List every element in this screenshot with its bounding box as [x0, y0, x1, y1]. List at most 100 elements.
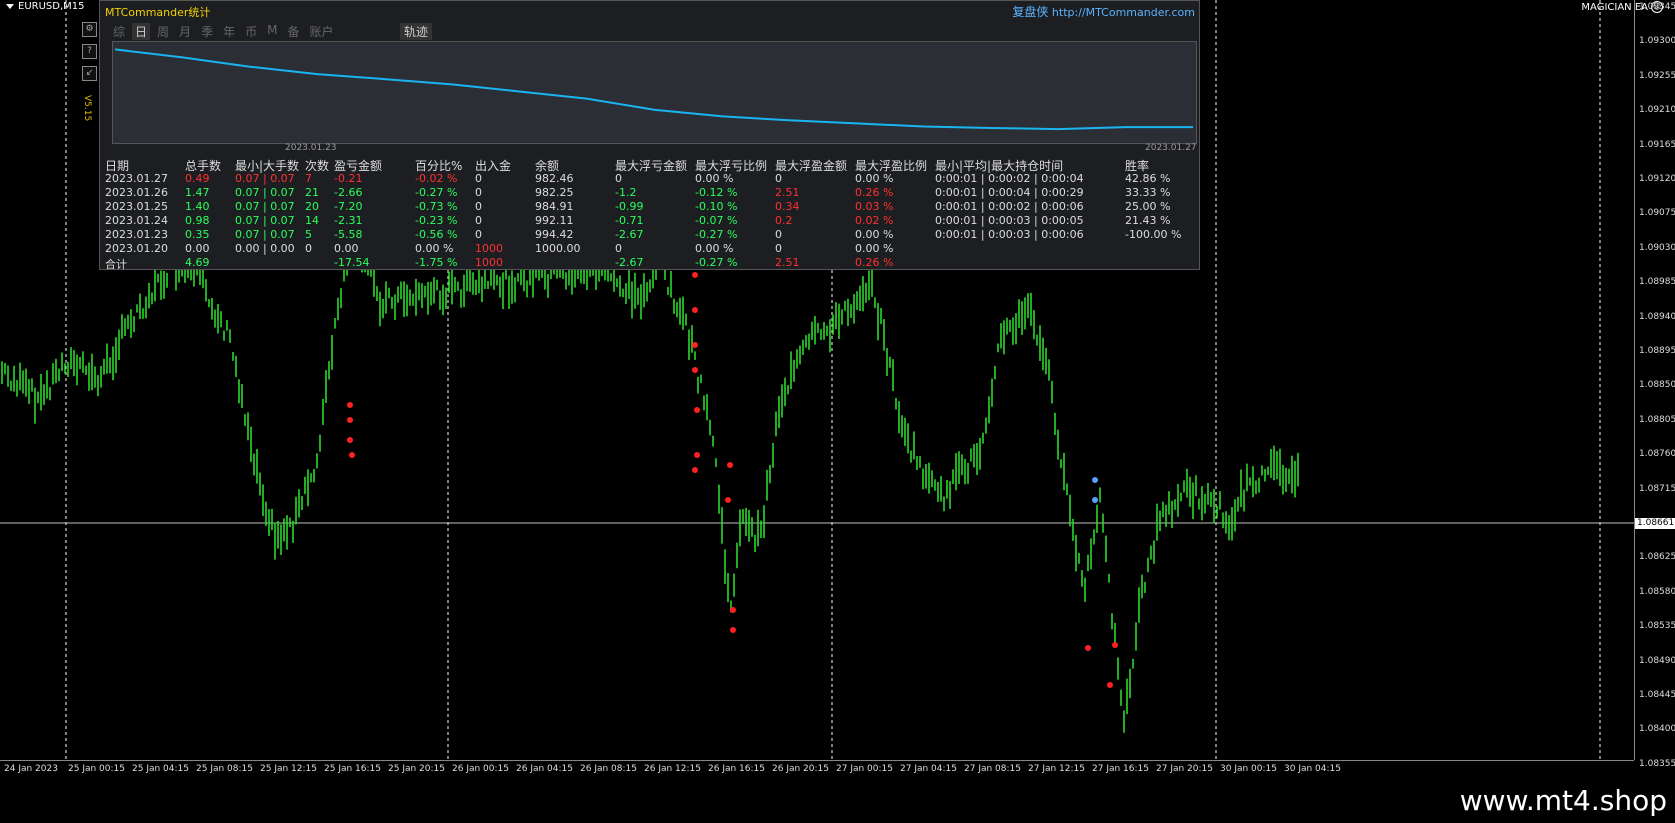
table-cell: 2023.01.25 — [105, 200, 168, 213]
price-tick: 1.08490 — [1639, 655, 1675, 666]
trade-marker — [347, 437, 353, 443]
table-cell: 0.00 — [334, 242, 359, 255]
symbol-label[interactable]: EURUSD,M15 — [6, 1, 84, 12]
time-tick: 30 Jan 00:15 — [1220, 764, 1277, 774]
table-cell: -0.10 % — [695, 200, 738, 213]
table-cell: 0:00:01 | 0:00:02 | 0:00:04 — [935, 172, 1084, 185]
tab-7[interactable]: M — [264, 23, 280, 40]
table-cell: 25.00 % — [1125, 200, 1171, 213]
settings-icon[interactable]: ⚙ — [82, 22, 97, 37]
tab-8[interactable]: 备 — [284, 23, 302, 40]
table-cell: 1000 — [475, 242, 503, 255]
time-tick: 25 Jan 08:15 — [196, 764, 253, 774]
table-row: 2023.01.23 0.35 0.07 | 0.07 5 -5.58 -0.56 % 0 9… — [105, 228, 1195, 242]
table-cell: 2023.01.24 — [105, 214, 168, 227]
table-cell: 0 — [475, 214, 482, 227]
table-cell: 0:00:01 | 0:00:03 | 0:00:05 — [935, 214, 1084, 227]
tab-1[interactable]: 日 — [132, 23, 151, 40]
table-cell: 0.00 | 0.00 — [235, 242, 295, 255]
trade-marker — [692, 367, 698, 373]
time-tick: 27 Jan 00:15 — [836, 764, 893, 774]
tab-2[interactable]: 周 — [154, 23, 172, 40]
tab-9[interactable]: 账户 — [306, 23, 336, 40]
table-cell: -2.67 — [615, 228, 644, 241]
trade-marker — [349, 452, 355, 458]
table-cell: -1.2 — [615, 186, 637, 199]
table-header: 日期 总手数 最小|大手数 次数 盈亏金额 百分比% 出入金 余额 最大浮亏金额 最大浮亏比例 最大… — [105, 157, 1195, 173]
table-cell: 0 — [475, 200, 482, 213]
table-cell: 0 — [775, 172, 782, 185]
table-cell: 0:00:01 | 0:00:04 | 0:00:29 — [935, 186, 1084, 199]
trade-marker — [727, 462, 733, 468]
table-cell: -0.02 % — [415, 172, 458, 185]
table-cell: 0 — [615, 172, 622, 185]
tab-0[interactable]: 综 — [110, 23, 128, 40]
time-tick: 26 Jan 20:15 — [772, 764, 829, 774]
table-cell: 0 — [475, 228, 482, 241]
stats-panel: MTCommander统计 复盘侠 http://MTCommander.com… — [99, 0, 1200, 271]
table-cell: -0.56 % — [415, 228, 458, 241]
help-icon[interactable]: ? — [82, 44, 97, 59]
table-cell: 5 — [305, 228, 312, 241]
tab-6[interactable]: 币 — [242, 23, 260, 40]
time-tick: 26 Jan 16:15 — [708, 764, 765, 774]
table-cell: 0.49 — [185, 172, 210, 185]
table-cell: 42.86 % — [1125, 172, 1171, 185]
table-cell: 994.42 — [535, 228, 574, 241]
trade-marker — [1107, 682, 1113, 688]
table-cell: 0:00:01 | 0:00:02 | 0:00:06 — [935, 200, 1084, 213]
trade-marker — [725, 497, 731, 503]
price-tick: 1.08715 — [1639, 483, 1675, 494]
table-cell: -0.21 — [334, 172, 363, 185]
price-tick: 1.09255 — [1639, 70, 1675, 81]
price-tick: 1.08760 — [1639, 449, 1675, 460]
table-row: 2023.01.24 0.98 0.07 | 0.07 14 -2.31 -0.23 % 0… — [105, 214, 1195, 228]
price-tick: 1.08625 — [1639, 552, 1675, 563]
trade-marker — [692, 467, 698, 473]
table-cell: 0.03 % — [855, 200, 894, 213]
table-cell: 1.40 — [185, 200, 210, 213]
table-cell: 0.02 % — [855, 214, 894, 227]
trade-marker — [347, 417, 353, 423]
table-cell: 0 — [775, 228, 782, 241]
table-cell: 0.07 | 0.07 — [235, 186, 295, 199]
tab-5[interactable]: 年 — [220, 23, 238, 40]
trade-marker — [1092, 477, 1098, 483]
time-tick: 24 Jan 2023 — [4, 764, 58, 774]
trade-marker — [1092, 497, 1098, 503]
price-tick: 1.09165 — [1639, 139, 1675, 150]
tab-track[interactable]: 轨迹 — [400, 23, 433, 40]
table-cell: -0.23 % — [415, 214, 458, 227]
time-tick: 25 Jan 12:15 — [260, 764, 317, 774]
table-cell: 0 — [475, 172, 482, 185]
table-cell: -7.20 — [334, 200, 363, 213]
equity-line — [114, 48, 1193, 131]
trade-marker — [692, 342, 698, 348]
table-row: 2023.01.25 1.40 0.07 | 0.07 20 -7.20 -0.73 % 0… — [105, 200, 1195, 214]
side-toolbar: ⚙ ? ↙ — [82, 22, 98, 88]
table-cell: 1000.00 — [535, 242, 581, 255]
tab-4[interactable]: 季 — [198, 23, 216, 40]
table-cell: 0.00 — [185, 242, 210, 255]
panel-title: MTCommander统计 — [105, 6, 211, 19]
price-tick: 1.08940 — [1639, 311, 1675, 322]
panel-link[interactable]: 复盘侠 http://MTCommander.com — [1012, 3, 1195, 20]
table-cell: 0.07 | 0.07 — [235, 172, 295, 185]
table-cell: 21 — [305, 186, 319, 199]
time-tick: 25 Jan 16:15 — [324, 764, 381, 774]
collapse-icon[interactable]: ↙ — [82, 66, 97, 81]
dropdown-icon — [6, 4, 14, 9]
table-cell: 984.91 — [535, 200, 574, 213]
equity-start-date: 2023.01.23 — [285, 143, 337, 153]
table-cell: -100.00 % — [1125, 228, 1182, 241]
table-total-row: 合计 4.69 -17.54 -1.75 % 1000 -2.67 -0.27 % 2.51 0… — [105, 256, 1195, 271]
tab-3[interactable]: 月 — [176, 23, 194, 40]
table-cell: 2023.01.20 — [105, 242, 168, 255]
table-row: 2023.01.20 0.00 0.00 | 0.00 0 0.00 0.00 % 1000… — [105, 242, 1195, 256]
trade-marker — [694, 407, 700, 413]
table-cell: 2023.01.23 — [105, 228, 168, 241]
price-tick: 1.09030 — [1639, 242, 1675, 253]
table-cell: 0.2 — [775, 214, 793, 227]
price-tick: 1.08445 — [1639, 690, 1675, 700]
table-cell: 20 — [305, 200, 319, 213]
